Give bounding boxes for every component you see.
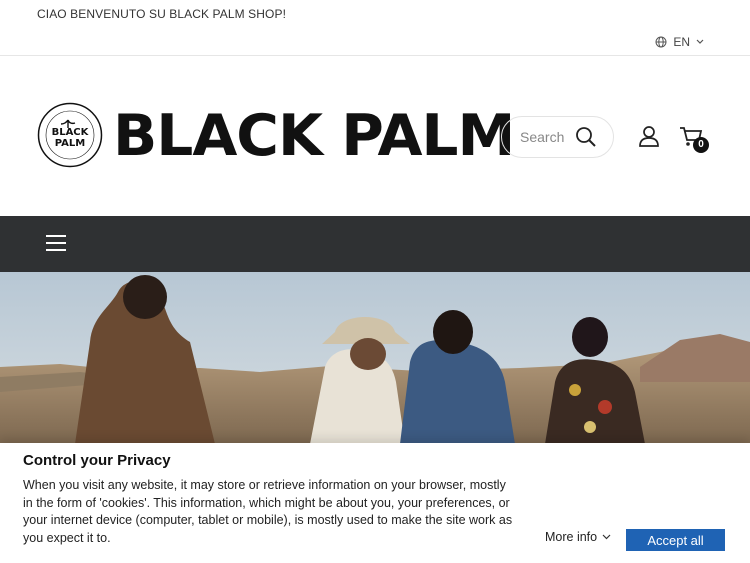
cookie-title: Control your Privacy bbox=[23, 452, 171, 469]
globe-icon bbox=[655, 36, 667, 48]
user-account-icon[interactable] bbox=[638, 125, 660, 147]
hero-photo bbox=[0, 272, 750, 444]
chevron-down-icon bbox=[602, 534, 611, 540]
chevron-down-icon bbox=[696, 39, 704, 44]
cookie-body: When you visit any website, it may store… bbox=[23, 478, 513, 545]
language-label: EN bbox=[673, 35, 690, 49]
search-icon[interactable] bbox=[575, 126, 597, 148]
search-box bbox=[501, 116, 614, 158]
accept-all-button[interactable]: Accept all bbox=[626, 529, 725, 551]
svg-text:PALM: PALM bbox=[55, 138, 86, 149]
welcome-message: CIAO BENVENUTO SU BLACK PALM SHOP! bbox=[37, 7, 287, 21]
svg-text:BLACK: BLACK bbox=[52, 127, 90, 138]
main-nav-bar bbox=[0, 216, 750, 272]
top-bar: CIAO BENVENUTO SU BLACK PALM SHOP! EN bbox=[0, 0, 750, 56]
language-selector[interactable]: EN bbox=[655, 35, 704, 49]
hero-banner-image bbox=[0, 272, 750, 444]
cart-count-badge: 0 bbox=[693, 137, 709, 153]
more-info-label: More info bbox=[545, 530, 598, 544]
menu-icon[interactable] bbox=[46, 235, 66, 251]
cookie-banner: Control your Privacy When you visit any … bbox=[0, 443, 750, 563]
site-header: BLACK PALM BLACK PALM 0 bbox=[0, 56, 750, 216]
search-input[interactable] bbox=[520, 129, 574, 145]
logo-badge[interactable]: BLACK PALM bbox=[37, 102, 103, 168]
logo-wordmark[interactable]: BLACK PALM bbox=[113, 100, 515, 172]
more-info-button[interactable]: More info bbox=[545, 530, 611, 544]
